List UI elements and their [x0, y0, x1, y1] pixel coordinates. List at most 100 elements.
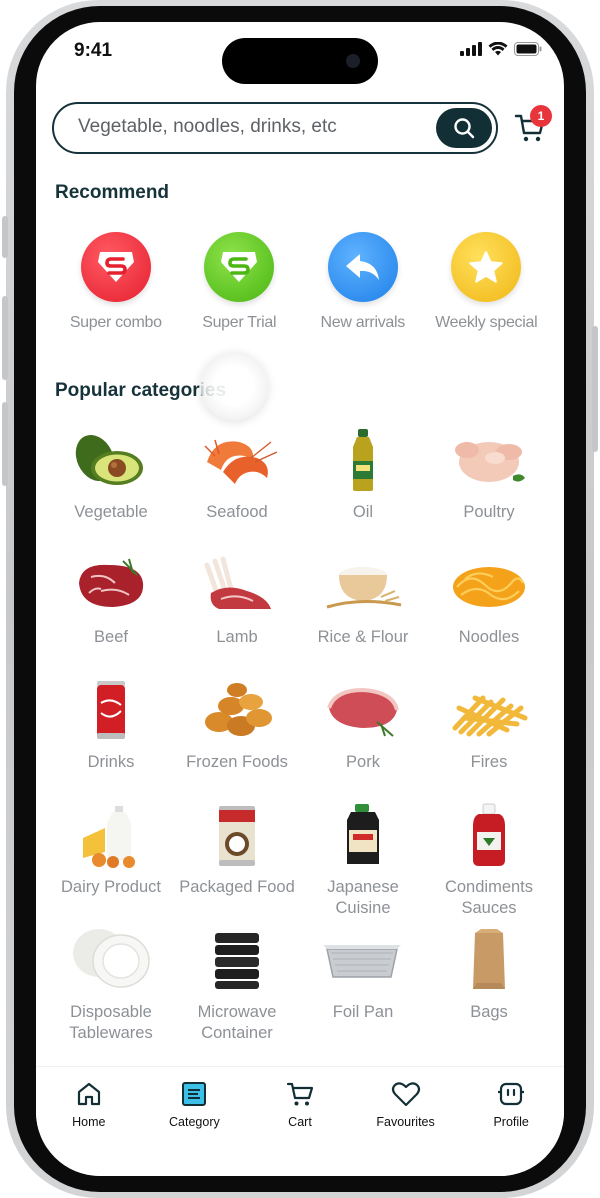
recommend-label: Super Trial — [202, 314, 277, 331]
battery-icon — [514, 42, 542, 56]
category-label: Condiments Sauces — [444, 878, 534, 917]
category-label: Lamb — [216, 628, 258, 646]
shrimp-icon — [195, 424, 279, 496]
tab-label: Category — [169, 1115, 220, 1129]
chicken-icon — [447, 424, 531, 496]
volume-down-button — [2, 402, 8, 486]
category-oil[interactable]: Oil — [300, 424, 426, 549]
touch-indicator — [200, 352, 268, 420]
avocado-icon — [69, 424, 153, 496]
category-label: Oil — [352, 503, 374, 521]
category-japanese-cuisine[interactable]: Japanese Cuisine — [300, 799, 426, 924]
ketchup-icon — [447, 799, 531, 871]
category-packaged-food[interactable]: Packaged Food — [174, 799, 300, 924]
tab-label: Favourites — [376, 1115, 435, 1129]
category-beef[interactable]: Beef — [48, 549, 174, 674]
category-grid: Vegetable Seafood Oil Poultry Beef Lamb … — [48, 424, 552, 1049]
recommend-list: Super combo Super Trial New arrivals Wee… — [54, 232, 548, 332]
tab-category[interactable]: Category — [142, 1079, 248, 1176]
category-disposable-tablewares[interactable]: Disposable Tablewares — [48, 924, 174, 1049]
search-bar[interactable] — [52, 102, 498, 154]
beef-steak-icon — [69, 549, 153, 621]
dynamic-island — [222, 38, 378, 84]
tab-favourites[interactable]: Favourites — [353, 1079, 459, 1176]
category-seafood[interactable]: Seafood — [174, 424, 300, 549]
tab-home[interactable]: Home — [36, 1079, 142, 1176]
category-rice-flour[interactable]: Rice & Flour — [300, 549, 426, 674]
category-label: Foil Pan — [332, 1003, 394, 1021]
search-button[interactable] — [436, 108, 492, 148]
foil-pan-icon — [321, 924, 405, 996]
shield-s-icon — [204, 232, 275, 302]
volume-up-button — [2, 296, 8, 380]
action-button — [2, 216, 8, 258]
recommend-super-combo[interactable]: Super combo — [54, 232, 178, 332]
plates-icon — [69, 924, 153, 996]
category-label: Japanese Cuisine — [327, 878, 399, 917]
category-pork[interactable]: Pork — [300, 674, 426, 799]
shield-s-icon — [80, 232, 151, 302]
category-poultry[interactable]: Poultry — [426, 424, 552, 549]
cart-count-badge: 1 — [530, 105, 552, 127]
category-condiments-sauces[interactable]: Condiments Sauces — [426, 799, 552, 924]
category-noodles[interactable]: Noodles — [426, 549, 552, 674]
status-bar: 9:41 — [36, 22, 564, 84]
pork-icon — [321, 674, 405, 746]
fries-icon — [447, 674, 531, 746]
soda-can-icon — [69, 674, 153, 746]
reply-arrow-icon — [327, 232, 398, 302]
category-fires[interactable]: Fires — [426, 674, 552, 799]
noodles-icon — [447, 549, 531, 621]
category-label: Noodles — [458, 628, 520, 646]
category-label: Vegetable — [74, 503, 148, 521]
category-icon — [179, 1079, 209, 1109]
can-icon — [195, 799, 279, 871]
category-bags[interactable]: Bags — [426, 924, 552, 1049]
category-drinks[interactable]: Drinks — [48, 674, 174, 799]
profile-icon — [496, 1079, 526, 1109]
dairy-icon — [69, 799, 153, 871]
sauce-jug-icon — [321, 799, 405, 871]
category-label: Drinks — [87, 753, 135, 771]
category-label: Seafood — [206, 503, 268, 521]
heart-icon — [391, 1079, 421, 1109]
lamb-rack-icon — [195, 549, 279, 621]
recommend-new-arrivals[interactable]: New arrivals — [301, 232, 425, 332]
recommend-label: New arrivals — [320, 314, 406, 331]
tab-profile[interactable]: Profile — [458, 1079, 564, 1176]
recommend-super-trial[interactable]: Super Trial — [178, 232, 302, 332]
category-frozen-foods[interactable]: Frozen Foods — [174, 674, 300, 799]
search-input[interactable] — [78, 116, 408, 138]
oil-bottle-icon — [321, 424, 405, 496]
home-icon — [74, 1079, 104, 1109]
power-button — [592, 326, 598, 452]
paper-bag-icon — [447, 924, 531, 996]
category-label: Microwave Container — [197, 1003, 277, 1042]
category-label: Poultry — [463, 503, 515, 521]
category-label: Frozen Foods — [186, 753, 288, 771]
rice-bowl-icon — [321, 549, 405, 621]
category-label: Rice & Flour — [317, 628, 409, 646]
category-label: Disposable Tablewares — [69, 1003, 153, 1042]
containers-icon — [195, 924, 279, 996]
status-icons — [460, 42, 542, 56]
tab-label: Profile — [493, 1115, 529, 1129]
recommend-weekly-special[interactable]: Weekly special — [425, 232, 549, 332]
star-icon — [451, 232, 522, 302]
category-lamb[interactable]: Lamb — [174, 549, 300, 674]
app-screen: 9:41 Vegetable, noodles, drinks, etc 1 R… — [36, 22, 564, 1176]
category-vegetable[interactable]: Vegetable — [48, 424, 174, 549]
recommend-label: Weekly special — [435, 314, 538, 331]
status-time: 9:41 — [74, 40, 113, 61]
category-label: Fires — [470, 753, 508, 771]
category-foil-pan[interactable]: Foil Pan — [300, 924, 426, 1049]
search-icon — [454, 118, 475, 139]
tab-label: Cart — [288, 1115, 312, 1129]
category-dairy-product[interactable]: Dairy Product — [48, 799, 174, 924]
tab-label: Home — [72, 1115, 106, 1129]
nuggets-icon — [195, 674, 279, 746]
tab-cart[interactable]: Cart — [247, 1079, 353, 1176]
category-microwave-container[interactable]: Microwave Container — [174, 924, 300, 1049]
recommend-label: Super combo — [69, 314, 162, 331]
category-label: Dairy Product — [61, 878, 161, 896]
